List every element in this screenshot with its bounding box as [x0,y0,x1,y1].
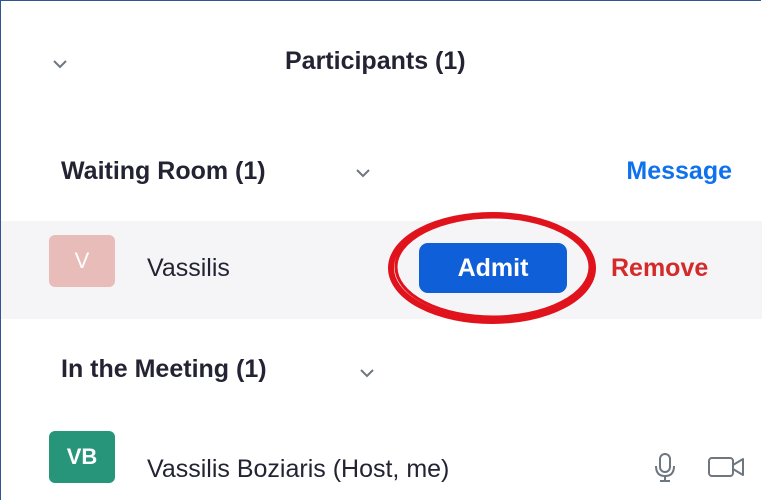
meeting-participant-row: VB Vassilis Boziaris (Host, me) [1,417,762,503]
panel-title: Participants (1) [285,47,466,75]
avatar: V [49,235,115,287]
in-meeting-header: In the Meeting (1) [1,341,762,401]
waiting-room-header: Waiting Room (1) Message [1,143,762,203]
video-camera-icon[interactable] [707,455,747,479]
participant-name: Vassilis [147,254,230,282]
waiting-room-title: Waiting Room (1) [61,157,266,185]
panel-header: Participants (1) [1,1,762,121]
in-meeting-title: In the Meeting (1) [61,355,267,383]
chevron-down-icon[interactable] [353,163,373,183]
avatar: VB [49,431,115,483]
admit-button[interactable]: Admit [419,243,567,293]
waiting-participant-row: V Vassilis Admit Remove [1,221,762,319]
remove-button[interactable]: Remove [611,254,708,283]
message-button[interactable]: Message [626,157,732,186]
participants-panel: Participants (1) Waiting Room (1) Messag… [0,0,762,503]
participant-name: Vassilis Boziaris (Host, me) [147,455,450,483]
microphone-icon[interactable] [653,453,677,483]
chevron-down-icon[interactable] [357,363,377,383]
chevron-down-icon[interactable] [49,53,71,75]
